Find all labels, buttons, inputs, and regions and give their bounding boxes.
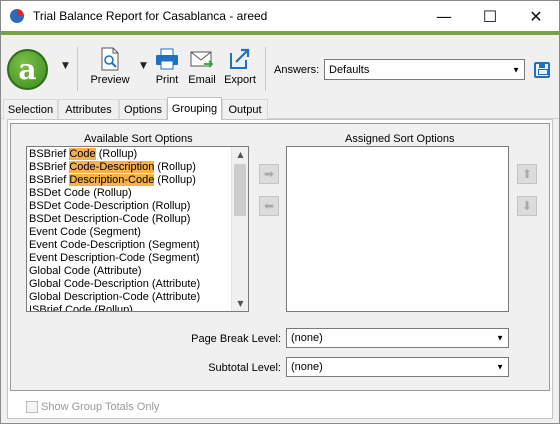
tab-selection[interactable]: Selection	[3, 99, 58, 119]
preview-dropdown-chevron-icon[interactable]: ▼	[140, 61, 147, 71]
list-item[interactable]: Event Code (Segment)	[27, 226, 248, 239]
chevron-down-icon: ▼	[512, 65, 520, 74]
report-window: Trial Balance Report for Casablanca - ar…	[0, 0, 560, 424]
preview-label: Preview	[90, 74, 130, 86]
list-item-text: ISBrief Code (Rollup)	[29, 304, 133, 312]
list-item-text: Global Code (Attribute)	[29, 265, 142, 277]
sort-options-group: Available Sort Options Assigned Sort Opt…	[10, 123, 550, 391]
list-item-text: Event Code-Description (Segment)	[29, 239, 200, 251]
subtotal-level-dropdown[interactable]: (none) ▼	[286, 357, 509, 377]
search-match-highlight: Description-Code	[69, 174, 155, 186]
assigned-sort-options-title: Assigned Sort Options	[345, 133, 455, 145]
scroll-thumb[interactable]	[234, 164, 246, 216]
chevron-down-icon: ▼	[496, 362, 504, 372]
answers-dropdown[interactable]: Defaults ▼	[324, 59, 525, 80]
checkbox-box[interactable]	[26, 401, 38, 413]
tab-grouping[interactable]: Grouping	[167, 97, 222, 120]
title-bar: Trial Balance Report for Casablanca - ar…	[1, 1, 559, 31]
tab-output[interactable]: Output	[222, 99, 268, 119]
subtotal-level-value: (none)	[291, 361, 323, 373]
list-item-text: BSBrief	[29, 148, 70, 160]
move-down-arrow-button[interactable]: ⬇	[517, 196, 537, 216]
list-item[interactable]: BSDet Code (Rollup)	[27, 187, 248, 200]
app-pie-chart-icon	[10, 9, 24, 23]
save-answers-icon[interactable]	[534, 62, 550, 78]
list-item-text: BSBrief	[29, 161, 70, 173]
list-item[interactable]: BSDet Code-Description (Rollup)	[27, 200, 248, 213]
grouping-panel: Available Sort Options Assigned Sort Opt…	[7, 119, 553, 419]
scroll-down-chevron-icon[interactable]: ▼	[232, 296, 248, 311]
tab-label: Options	[124, 103, 162, 116]
list-item[interactable]: BSBrief Code-Description (Rollup)	[27, 161, 248, 174]
scroll-up-chevron-icon[interactable]: ▲	[232, 147, 248, 162]
list-item[interactable]: Event Description-Code (Segment)	[27, 252, 248, 265]
subtotal-level-label: Subtotal Level:	[208, 362, 281, 374]
available-list-scrollbar[interactable]: ▲ ▼	[231, 147, 248, 311]
list-item-text: BSBrief	[29, 174, 70, 186]
tab-label: Selection	[7, 103, 54, 116]
list-item-text: BSDet Description-Code (Rollup)	[29, 213, 191, 225]
answers-value: Defaults	[329, 63, 370, 76]
page-break-level-dropdown[interactable]: (none) ▼	[286, 328, 509, 348]
answers-label: Answers:	[274, 64, 320, 76]
printer-icon	[156, 48, 178, 70]
list-item[interactable]: BSDet Description-Code (Rollup)	[27, 213, 248, 226]
window-title: Trial Balance Report for Casablanca - ar…	[33, 9, 268, 23]
export-arrow-icon	[230, 48, 250, 69]
list-item[interactable]: ISBrief Code (Rollup)	[27, 304, 248, 312]
list-item-text: Global Code-Description (Attribute)	[29, 278, 201, 290]
list-item[interactable]: Global Code (Attribute)	[27, 265, 248, 278]
unassign-left-arrow-button[interactable]: ⬅	[259, 196, 279, 216]
logo-letter: a	[18, 53, 37, 86]
preview-document-icon	[101, 47, 119, 71]
available-sort-options-title: Available Sort Options	[84, 133, 193, 145]
assign-right-arrow-button[interactable]: ➡	[259, 164, 279, 184]
list-item-text: Event Code (Segment)	[29, 226, 141, 238]
close-button[interactable]: ✕	[513, 1, 559, 31]
minimize-button[interactable]: —	[421, 1, 467, 31]
list-item-text: (Rollup)	[154, 161, 196, 173]
toolbar-divider	[265, 47, 266, 91]
page-break-level-value: (none)	[291, 332, 323, 344]
chevron-down-icon: ▼	[496, 333, 504, 343]
list-item[interactable]: Global Description-Code (Attribute)	[27, 291, 248, 304]
tab-label: Output	[228, 103, 262, 116]
email-button[interactable]: Email	[186, 47, 218, 86]
search-match-highlight: Code	[69, 148, 96, 160]
list-item-text: Event Description-Code (Segment)	[29, 252, 200, 264]
show-group-totals-only-label: Show Group Totals Only	[41, 401, 160, 413]
available-sort-options-list[interactable]: BSBrief Code (Rollup) BSBrief Code-Descri…	[26, 146, 249, 312]
show-group-totals-only-checkbox[interactable]: Show Group Totals Only	[26, 401, 159, 413]
app-logo-button[interactable]: a	[7, 49, 48, 90]
email-envelope-icon	[190, 51, 214, 68]
list-item[interactable]: BSBrief Description-Code (Rollup)	[27, 174, 248, 187]
tab-label: Grouping	[171, 103, 218, 115]
tab-label: Attributes	[65, 103, 112, 116]
toolbar-divider	[77, 47, 78, 91]
list-item-text: (Rollup)	[154, 174, 196, 186]
print-label: Print	[155, 74, 179, 86]
assigned-sort-options-list[interactable]	[286, 146, 509, 312]
list-item[interactable]: Event Code-Description (Segment)	[27, 239, 248, 252]
list-item-text: BSDet Code-Description (Rollup)	[29, 200, 191, 212]
email-label: Email	[188, 74, 216, 86]
page-break-level-label: Page Break Level:	[191, 333, 281, 345]
tab-strip: Selection Attributes Options Grouping Ou…	[1, 97, 559, 120]
toolbar: a ▼ Preview ▼ Print Email Export Answers…	[1, 31, 559, 94]
list-item-text: (Rollup)	[95, 148, 138, 160]
list-item[interactable]: Global Code-Description (Attribute)	[27, 278, 248, 291]
search-match-highlight: Code-Description	[69, 161, 155, 173]
list-item-text: Global Description-Code (Attribute)	[29, 291, 201, 303]
export-button[interactable]: Export	[222, 47, 258, 86]
logo-dropdown-chevron-icon[interactable]: ▼	[62, 61, 69, 71]
export-label: Export	[224, 74, 256, 86]
tab-options[interactable]: Options	[119, 99, 167, 119]
move-up-arrow-button[interactable]: ⬆	[517, 164, 537, 184]
list-item[interactable]: BSBrief Code (Rollup)	[27, 148, 248, 161]
maximize-button[interactable]: ☐	[467, 1, 513, 31]
print-button[interactable]: Print	[152, 47, 182, 86]
list-item-text: BSDet Code (Rollup)	[29, 187, 132, 199]
preview-button[interactable]: Preview	[89, 47, 131, 86]
tab-attributes[interactable]: Attributes	[58, 99, 119, 119]
